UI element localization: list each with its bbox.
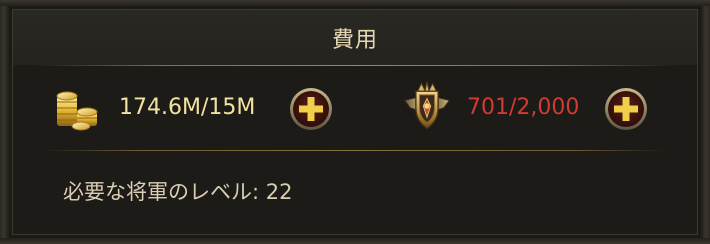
plus-icon bbox=[605, 88, 647, 130]
required-general-level: 必要な将軍のレベル: 22 bbox=[63, 180, 293, 204]
add-gold-button[interactable] bbox=[288, 86, 334, 132]
panel-header: 費用 bbox=[13, 10, 697, 65]
add-medal-button[interactable] bbox=[603, 86, 649, 132]
section-divider bbox=[43, 150, 667, 151]
gold-cost-value: 174.6M/15M bbox=[119, 95, 256, 120]
medal-emblem-icon bbox=[403, 81, 451, 130]
cost-panel: 費用 174.6M/15M 701/2,000 必要な将軍のレベル: 22 bbox=[12, 9, 698, 235]
gold-coins-icon bbox=[56, 91, 98, 131]
plus-icon bbox=[290, 88, 332, 130]
panel-title: 費用 bbox=[331, 28, 378, 53]
cost-row: 174.6M/15M 701/2,000 bbox=[13, 66, 697, 150]
medal-cost-value: 701/2,000 bbox=[467, 95, 580, 120]
